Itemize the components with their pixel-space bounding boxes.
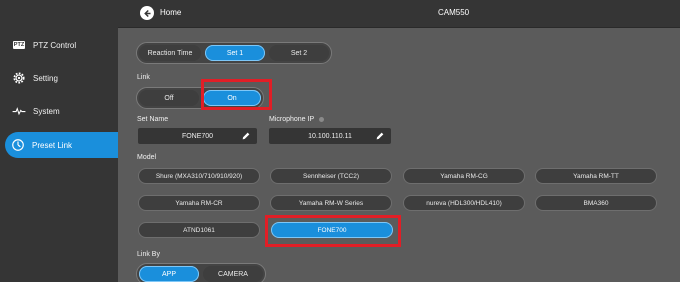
set-tabs: Reaction Time Set 1 Set 2	[136, 42, 332, 64]
sidebar-item-setting[interactable]: Setting	[0, 65, 118, 91]
highlight-box	[265, 215, 401, 247]
pencil-icon[interactable]	[375, 131, 385, 141]
sidebar-item-label: System	[33, 106, 60, 116]
link-by-app-button[interactable]: APP	[139, 266, 199, 282]
tab-set-1[interactable]: Set 1	[205, 45, 265, 61]
link-by-camera-button[interactable]: CAMERA	[203, 266, 263, 282]
model-option[interactable]: Yamaha RM-TT	[535, 168, 657, 184]
sidebar-item-label: Preset Link	[32, 140, 73, 150]
sidebar: PTZ PTZ Control Setting System Preset Li…	[0, 0, 118, 282]
model-option[interactable]: Yamaha RM-W Series	[270, 195, 392, 211]
highlight-box	[201, 79, 272, 110]
camera-name: CAM550	[438, 8, 470, 17]
link-by-toggle: APP CAMERA	[136, 263, 266, 282]
sidebar-item-label: PTZ Control	[33, 40, 77, 50]
link-off-button[interactable]: Off	[139, 90, 199, 106]
set-name-label: Set Name	[137, 116, 169, 123]
model-option[interactable]: Sennheiser (TCC2)	[270, 168, 392, 184]
sidebar-item-preset-link[interactable]: Preset Link	[5, 132, 118, 158]
status-dot	[319, 117, 324, 122]
model-label: Model	[137, 154, 157, 161]
tab-reaction-time[interactable]: Reaction Time	[139, 45, 201, 61]
link-by-label: Link By	[137, 251, 160, 258]
model-option[interactable]: BMA360	[535, 195, 657, 211]
home-link[interactable]: Home	[160, 8, 181, 17]
main-content: Reaction Time Set 1 Set 2 Link Off On Se…	[118, 28, 680, 282]
model-option[interactable]: Yamaha RM-CR	[138, 195, 260, 211]
back-arrow-icon[interactable]	[140, 6, 154, 20]
model-option[interactable]: nureva (HDL300/HDL410)	[403, 195, 525, 211]
pencil-icon[interactable]	[241, 131, 251, 141]
gear-icon	[11, 70, 27, 86]
link-label: Link	[137, 74, 150, 81]
sidebar-item-system[interactable]: System	[0, 98, 118, 124]
model-option[interactable]: Yamaha RM-CG	[403, 168, 525, 184]
microphone-ip-field[interactable]: 10.100.110.11	[269, 128, 391, 144]
sidebar-item-label: Setting	[33, 73, 58, 83]
microphone-ip-label: Microphone IP	[269, 116, 315, 123]
top-bar: Home CAM550	[118, 0, 680, 28]
model-option[interactable]: Shure (MXA310/710/910/920)	[138, 168, 260, 184]
sidebar-item-ptz-control[interactable]: PTZ PTZ Control	[0, 32, 118, 58]
model-option[interactable]: ATND1061	[138, 222, 260, 238]
tab-set-2[interactable]: Set 2	[269, 45, 329, 61]
ptz-icon: PTZ	[12, 41, 26, 49]
set-name-field[interactable]: FONE700	[138, 128, 257, 144]
pulse-icon	[11, 103, 27, 119]
preset-link-icon	[10, 137, 26, 153]
